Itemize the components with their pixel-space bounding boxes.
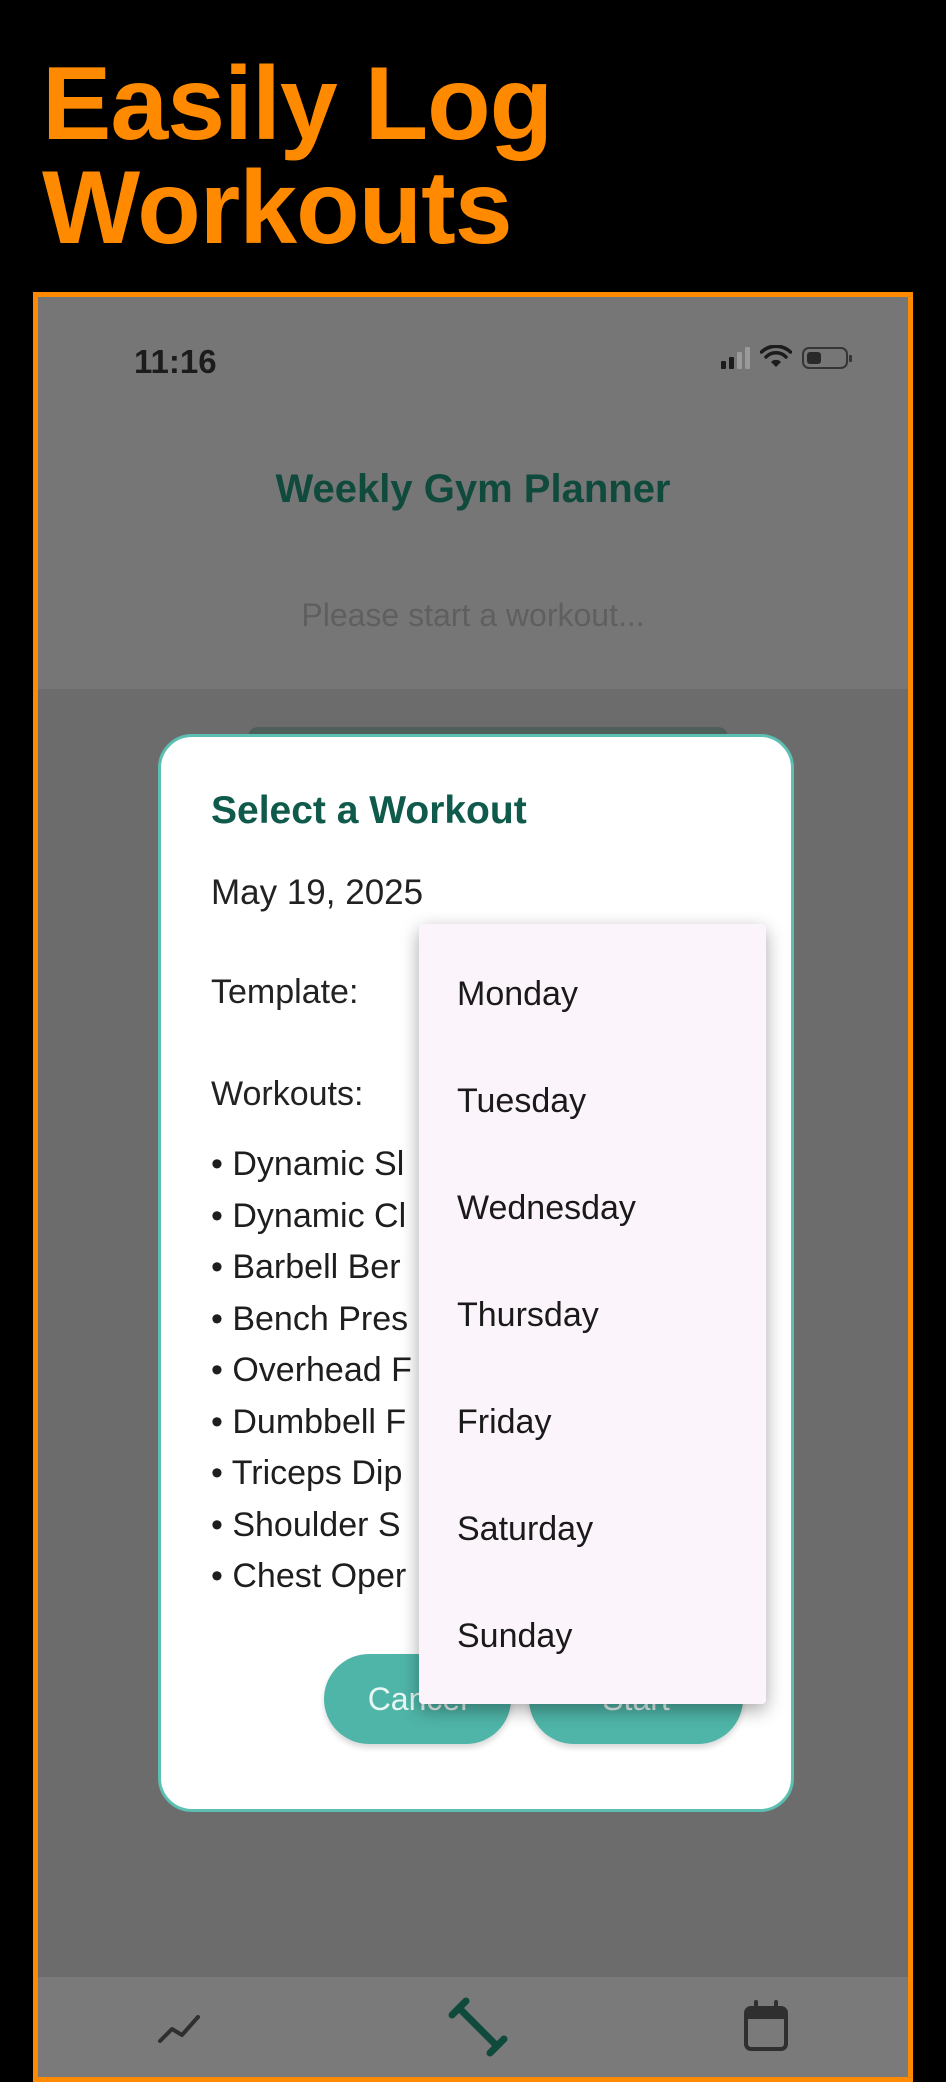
dropdown-option-saturday[interactable]: Saturday <box>457 1499 747 1559</box>
promo-title-line1: Easily Log <box>42 46 553 162</box>
dropdown-option-friday[interactable]: Friday <box>457 1392 747 1452</box>
list-item: • Dynamic Cl <box>211 1196 407 1235</box>
list-item: • Bench Pres <box>211 1299 409 1338</box>
dropdown-option-monday[interactable]: Monday <box>457 964 747 1024</box>
promo-title: Easily Log Workouts <box>42 46 553 266</box>
dropdown-option-thursday[interactable]: Thursday <box>457 1285 747 1345</box>
calendar-icon[interactable] <box>742 1999 790 2053</box>
phone-screenshot-frame: 11:16 Weekly Gym Planner Please start a … <box>33 292 913 2082</box>
dumbbell-icon[interactable] <box>448 1997 508 2057</box>
dropdown-option-tuesday[interactable]: Tuesday <box>457 1071 747 1131</box>
template-label: Template: <box>211 973 359 1011</box>
list-item: • Dumbbell F <box>211 1402 407 1441</box>
battery-icon <box>802 347 852 369</box>
list-item: • Triceps Dip <box>211 1454 403 1492</box>
workout-date: May 19, 2025 <box>211 873 424 912</box>
dropdown-option-wednesday[interactable]: Wednesday <box>457 1178 747 1238</box>
app-title: Weekly Gym Planner <box>275 467 671 511</box>
signal-icon <box>721 347 750 369</box>
status-icons <box>721 345 852 369</box>
dropdown-option-sunday[interactable]: Sunday <box>457 1606 747 1666</box>
select-workout-dialog: Select a Workout May 19, 2025 Template: … <box>158 734 794 1812</box>
workout-list: • Dynamic Sl • Dynamic Cl • Barbell Ber … <box>211 1139 421 1603</box>
wifi-icon <box>760 345 792 367</box>
status-time: 11:16 <box>134 343 217 380</box>
list-item: • Shoulder S <box>211 1505 401 1544</box>
stats-icon[interactable] <box>156 2007 204 2047</box>
list-item: • Barbell Ber <box>211 1248 401 1286</box>
workout-hint: Please start a workout... <box>301 597 645 633</box>
template-dropdown-menu: Monday Tuesday Wednesday Thursday Friday… <box>419 924 766 1704</box>
list-item: • Overhead F <box>211 1351 412 1389</box>
dialog-title: Select a Workout <box>211 789 527 832</box>
list-item: • Chest Oper <box>211 1557 407 1595</box>
workouts-label: Workouts: <box>211 1075 364 1113</box>
list-item: • Dynamic Sl <box>211 1145 405 1183</box>
app-header-area: 11:16 Weekly Gym Planner Please start a … <box>38 297 908 689</box>
bottom-nav <box>38 1977 908 2077</box>
promo-title-line2: Workouts <box>42 150 513 266</box>
